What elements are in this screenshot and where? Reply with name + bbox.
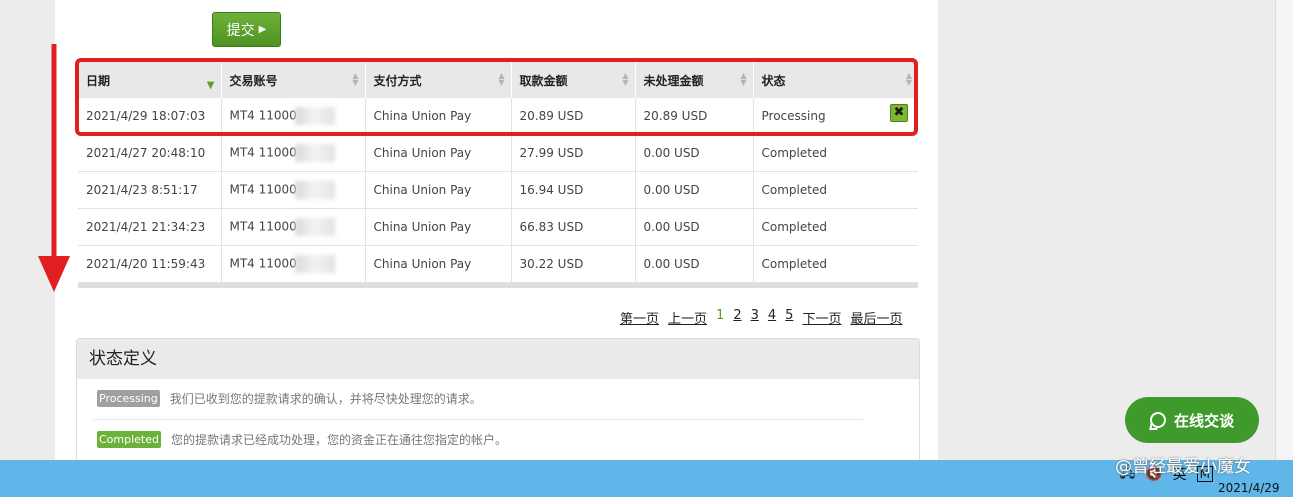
redacted-blur [294,144,335,162]
cell-amount: 27.99 USD [511,134,636,172]
cell-date: 2021/4/20 11:59:43 [78,245,222,283]
cell-account: MT4 11000 [221,245,366,283]
col-header-method[interactable]: 支付方式 ▲ ▼ [365,62,512,98]
col-header-status[interactable]: 状态 ▲ ▼ [753,62,918,98]
col-header-amount[interactable]: 取款金额 ▲ ▼ [511,62,636,98]
status-def-text: 我们已收到您的提款请求的确认，并将尽快处理您的请求。 [169,392,482,406]
redacted-blur [294,107,335,125]
watermark-text: @曾经最爱小魔女 [1115,457,1251,477]
cell-date: 2021/4/21 21:34:23 [78,208,222,246]
page-next-link[interactable]: 下一页 [802,308,841,327]
sort-icon: ▲ ▼ [622,71,629,87]
page-link-5[interactable]: 5 [785,308,793,327]
cell-date: 2021/4/23 8:51:17 [78,171,222,209]
cell-account: MT4 11000 [221,98,366,135]
status-badge-completed: Completed [97,431,161,448]
table-row: 2021/4/29 18:07:03 MT4 11000 China Union… [78,98,918,135]
clock-date[interactable]: 2021/4/29 [1218,481,1280,495]
cell-method: China Union Pay [365,245,512,283]
status-def-row: Processing 我们已收到您的提款请求的确认，并将尽快处理您的请求。 [97,390,482,407]
taskbar: 🖧 🔇 英 M [0,460,1293,497]
withdrawal-table: 日期 ▼ 交易账号 ▲ ▼ 支付方式 ▲ ▼ 取款金额 ▲ ▼ 未处理金额 ▲ ▼ 状态 ▲ ▼ 20… [78,62,918,283]
page-scrollbar[interactable] [1275,0,1293,460]
down-arrow-annotation [38,44,70,292]
col-header-account[interactable]: 交易账号 ▲ ▼ [221,62,366,98]
page-last-link[interactable]: 最后一页 [850,308,902,327]
page-link-3[interactable]: 3 [751,308,759,327]
cell-pending: 0.00 USD [635,134,754,172]
status-def-text: 您的提款请求已经成功处理，您的资金正在通往您指定的帐户。 [171,433,508,447]
sort-icon: ▲ ▼ [740,71,747,87]
cell-pending: 0.00 USD [635,245,754,283]
cell-amount: 66.83 USD [511,208,636,246]
cell-amount: 30.22 USD [511,245,636,283]
live-chat-button[interactable]: 在线交谈 [1125,397,1259,443]
table-scrollbar[interactable] [78,283,918,288]
status-def-row: Completed 您的提款请求已经成功处理，您的资金正在通往您指定的帐户。 [97,431,507,448]
divider [93,419,863,420]
cell-method: China Union Pay [365,208,512,246]
table-row: 2021/4/20 11:59:43 MT4 11000 China Union… [78,245,918,283]
cell-status: Completed [753,134,918,172]
redacted-blur [294,218,335,236]
submit-button[interactable]: 提交 ▶ [212,12,281,47]
cell-amount: 16.94 USD [511,171,636,209]
cell-status: Completed [753,171,918,209]
cancel-x-icon[interactable]: ✖ [890,104,908,122]
cell-pending: 20.89 USD [635,98,754,135]
cell-account: MT4 11000 [221,134,366,172]
sort-desc-icon: ▼ [206,80,215,91]
cell-method: China Union Pay [365,134,512,172]
pagination: 第一页 上一页 1 2 3 4 5 下一页 最后一页 [620,308,902,327]
page-current: 1 [716,308,725,323]
table-row: 2021/4/21 21:34:23 MT4 11000 China Union… [78,208,918,246]
submit-label: 提交 [226,22,255,39]
table-row: 2021/4/23 8:51:17 MT4 11000 China Union … [78,171,918,209]
cell-date: 2021/4/27 20:48:10 [78,134,222,172]
cell-method: China Union Pay [365,98,512,135]
col-header-pending[interactable]: 未处理金额 ▲ ▼ [635,62,754,98]
cell-status: Completed [753,208,918,246]
live-chat-label: 在线交谈 [1173,411,1234,430]
cell-amount: 20.89 USD [511,98,636,135]
col-header-date[interactable]: 日期 ▼ [78,62,222,98]
chat-bubble-icon [1149,412,1166,428]
status-definition-panel: 状态定义 Processing 我们已收到您的提款请求的确认，并将尽快处理您的请… [76,338,920,462]
page-first-link[interactable]: 第一页 [620,308,659,327]
sort-icon: ▲ ▼ [905,71,912,87]
cell-method: China Union Pay [365,171,512,209]
redacted-blur [294,255,335,273]
page-link-4[interactable]: 4 [768,308,776,327]
cell-status: Completed [753,245,918,283]
cell-account: MT4 11000 [221,208,366,246]
cell-status: Processing ✖ [753,98,918,135]
cell-account: MT4 11000 [221,171,366,209]
redacted-blur [294,181,335,199]
status-badge-processing: Processing [97,390,160,407]
page-prev-link[interactable]: 上一页 [668,308,707,327]
cell-pending: 0.00 USD [635,208,754,246]
status-definition-title: 状态定义 [77,339,919,379]
table-row: 2021/4/27 20:48:10 MT4 11000 China Union… [78,134,918,172]
play-triangle-icon: ▶ [258,24,267,35]
cell-pending: 0.00 USD [635,171,754,209]
table-header-row: 日期 ▼ 交易账号 ▲ ▼ 支付方式 ▲ ▼ 取款金额 ▲ ▼ 未处理金额 ▲ ▼ 状态 ▲ ▼ [78,62,918,98]
page-link-2[interactable]: 2 [733,308,741,327]
cell-date: 2021/4/29 18:07:03 [78,98,222,135]
sort-icon: ▲ ▼ [352,71,359,87]
sort-icon: ▲ ▼ [498,71,505,87]
